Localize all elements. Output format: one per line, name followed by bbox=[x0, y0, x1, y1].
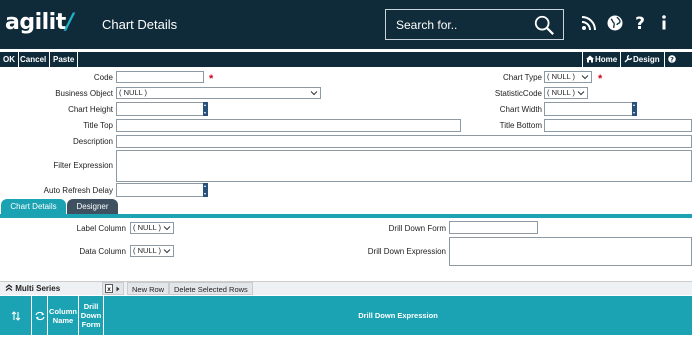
statistic-code-label: StatisticCode bbox=[494, 89, 542, 98]
drill-down-form-label: Drill Down Form bbox=[388, 224, 446, 233]
agilit-logo[interactable]: agilit/ bbox=[5, 10, 74, 35]
excel-icon: x bbox=[105, 284, 113, 293]
business-object-select[interactable]: ( NULL ) bbox=[116, 87, 321, 99]
page-title: Chart Details bbox=[102, 17, 178, 32]
column-name-header[interactable]: Column Name bbox=[48, 296, 79, 335]
drill-down-expression-header[interactable]: Drill Down Expression bbox=[104, 296, 692, 335]
chart-type-select[interactable]: ( NULL ) bbox=[544, 71, 592, 83]
code-field[interactable] bbox=[116, 71, 204, 83]
title-top-label: Title Top bbox=[83, 121, 113, 130]
paste-button[interactable]: Paste bbox=[50, 52, 79, 67]
title-bottom-field[interactable] bbox=[544, 119, 692, 132]
caret-right-icon bbox=[116, 286, 120, 292]
drill-down-form-field[interactable] bbox=[449, 221, 538, 234]
svg-text:x: x bbox=[107, 286, 111, 293]
label-column-select[interactable]: ( NULL ) bbox=[130, 222, 174, 234]
chart-height-spinner[interactable] bbox=[203, 102, 208, 116]
chevron-down-icon bbox=[577, 91, 585, 96]
chart-type-label: Chart Type bbox=[503, 73, 542, 82]
data-column-label: Data Column bbox=[79, 247, 126, 256]
search-icon[interactable] bbox=[533, 14, 555, 36]
chevron-down-icon bbox=[163, 249, 171, 254]
chevron-down-icon bbox=[581, 75, 589, 80]
drill-down-expression-field[interactable] bbox=[449, 237, 692, 266]
statistic-code-select[interactable]: ( NULL ) bbox=[544, 87, 588, 99]
multi-series-bar: Multi Series x New Row Delete Selected R… bbox=[0, 281, 692, 295]
chart-width-field[interactable] bbox=[544, 102, 633, 116]
delete-selected-rows-button[interactable]: Delete Selected Rows bbox=[169, 282, 253, 295]
refresh-column[interactable] bbox=[32, 296, 48, 335]
sort-icon bbox=[11, 310, 20, 321]
chart-width-label: Chart Width bbox=[499, 105, 542, 114]
rss-icon[interactable] bbox=[580, 14, 598, 32]
svg-text:?: ? bbox=[670, 56, 674, 63]
refresh-icon bbox=[34, 311, 45, 320]
wrench-icon bbox=[624, 54, 633, 63]
tab-designer[interactable]: Designer bbox=[67, 199, 118, 214]
app-header: agilit/ Chart Details ? bbox=[0, 0, 692, 49]
export-menu-button[interactable]: x bbox=[102, 282, 124, 295]
help-icon[interactable]: ? bbox=[631, 14, 649, 32]
auto-refresh-delay-field[interactable] bbox=[116, 183, 204, 197]
info-icon[interactable] bbox=[655, 14, 673, 32]
design-button[interactable]: Design bbox=[620, 52, 663, 67]
chart-height-field[interactable] bbox=[116, 102, 204, 116]
description-label: Description bbox=[72, 137, 113, 146]
description-field[interactable] bbox=[116, 135, 692, 148]
new-row-button[interactable]: New Row bbox=[127, 282, 170, 295]
chart-type-required-marker: * bbox=[598, 73, 603, 85]
auto-refresh-delay-spinner[interactable] bbox=[203, 183, 208, 197]
chart-height-label: Chart Height bbox=[68, 105, 113, 114]
tab-underline bbox=[0, 214, 692, 218]
filter-expression-field[interactable] bbox=[116, 150, 692, 182]
data-column-select[interactable]: ( NULL ) bbox=[130, 245, 174, 257]
code-required-marker: * bbox=[209, 73, 214, 85]
search-box bbox=[385, 9, 564, 40]
select-all-column[interactable] bbox=[0, 296, 32, 335]
drill-down-form-header[interactable]: Drill Down Form bbox=[79, 296, 104, 335]
filter-expression-label: Filter Expression bbox=[53, 161, 113, 170]
title-bottom-label: Title Bottom bbox=[499, 121, 542, 130]
home-icon bbox=[586, 55, 594, 63]
multi-series-grid-header: Column Name Drill Down Form Drill Down E… bbox=[0, 296, 692, 335]
tab-chart-details[interactable]: Chart Details bbox=[1, 199, 66, 214]
toolbar: OK Cancel Paste Home Design ? Help bbox=[0, 52, 692, 79]
code-label: Code bbox=[93, 73, 113, 82]
collapse-icon bbox=[5, 284, 13, 291]
globe-icon[interactable] bbox=[606, 14, 624, 32]
chevron-down-icon bbox=[163, 226, 171, 231]
svg-text:?: ? bbox=[635, 14, 645, 32]
chevron-down-icon bbox=[310, 91, 318, 96]
title-top-field[interactable] bbox=[116, 119, 461, 132]
home-button[interactable]: Home bbox=[582, 52, 620, 67]
help-button[interactable]: ? Help bbox=[664, 52, 692, 79]
drill-down-expression-label: Drill Down Expression bbox=[367, 247, 446, 256]
search-input[interactable] bbox=[396, 17, 526, 33]
chart-width-spinner[interactable] bbox=[632, 102, 637, 116]
multi-series-title[interactable]: Multi Series bbox=[5, 284, 60, 293]
auto-refresh-delay-label: Auto Refresh Delay bbox=[43, 186, 113, 195]
business-object-label: Business Object bbox=[55, 89, 113, 98]
label-column-label: Label Column bbox=[76, 224, 126, 233]
question-circle-icon: ? bbox=[668, 55, 676, 64]
cancel-button[interactable]: Cancel bbox=[17, 52, 51, 67]
